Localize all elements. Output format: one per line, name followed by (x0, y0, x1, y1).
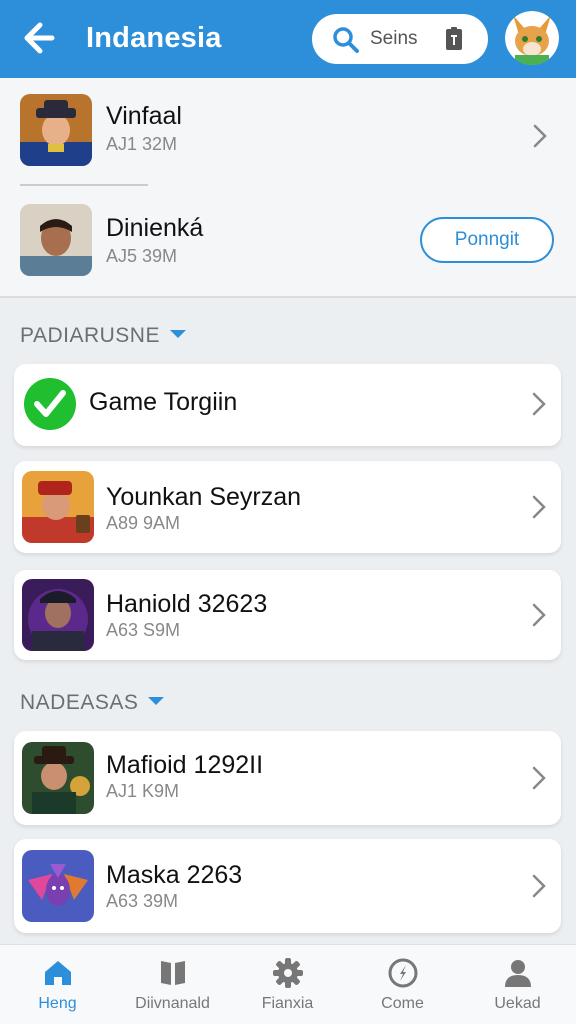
nav-label: Come (381, 995, 424, 1012)
list-card[interactable]: Younkan Seyrzan A89 9AM (14, 461, 561, 553)
chevron-right-icon (532, 874, 546, 898)
chevron-right-icon (532, 603, 546, 627)
dropdown-triangle-icon (169, 330, 186, 339)
section-header[interactable]: PADIARUSNE (20, 324, 186, 348)
nav-item-home[interactable]: Heng (0, 945, 115, 1024)
nav-label: Fianxia (261, 995, 314, 1012)
nav-label: Heng (38, 995, 77, 1012)
book-icon (161, 961, 185, 985)
nav-item-explore[interactable]: Come (345, 945, 460, 1024)
search-icon (333, 27, 359, 53)
item-name: Dinienká (106, 214, 204, 242)
green-check-icon (24, 378, 76, 430)
chevron-right-icon (532, 392, 546, 416)
divider (20, 184, 148, 186)
game-thumbnail (22, 742, 94, 814)
item-name: Vinfaal (106, 102, 182, 130)
clipboard-icon[interactable] (444, 26, 464, 52)
app-header: Indanesia Seins (0, 0, 576, 78)
game-thumbnail (22, 471, 94, 543)
section-header[interactable]: NADEASAS (20, 691, 165, 715)
list-card[interactable]: Maska 2263 A63 39M (14, 839, 561, 933)
nav-label: Diivnanald (135, 995, 210, 1012)
section-title: PADIARUSNE (20, 324, 160, 347)
game-thumbnail (20, 204, 92, 276)
back-arrow-icon[interactable] (22, 18, 58, 58)
person-icon (505, 960, 531, 987)
top-list: Vinfaal AJ1 32M Dinienká AJ5 39M Ponngit (0, 78, 576, 298)
item-subtitle: AJ1 K9M (106, 781, 180, 801)
list-card[interactable]: Mafioid 1292ΙΙ AJ1 K9M (14, 731, 561, 825)
chevron-right-icon (533, 124, 547, 148)
item-subtitle: A89 9AM (106, 513, 181, 533)
gear-icon (273, 958, 303, 988)
home-icon (45, 961, 71, 985)
nav-label: Uekad (494, 995, 541, 1012)
bottom-nav: Heng Diivnanald Fianxia Come Uekad (0, 944, 576, 1024)
list-card[interactable]: Game Torgiin (14, 364, 561, 446)
game-thumbnail (22, 579, 94, 651)
section-title: NADEASAS (20, 691, 139, 714)
search-text: Seins (370, 28, 418, 49)
game-thumbnail (20, 94, 92, 166)
item-name: Younkan Seyrzan (106, 483, 302, 511)
ponngit-button[interactable]: Ponngit (420, 217, 554, 263)
item-subtitle: A63 39M (106, 891, 179, 911)
nav-item-settings[interactable]: Fianxia (230, 945, 345, 1024)
chevron-right-icon (532, 766, 546, 790)
list-card[interactable]: Haniold 32623 A63 S9M (14, 570, 561, 660)
chevron-right-icon (532, 495, 546, 519)
game-thumbnail (22, 850, 94, 922)
item-name: Maska 2263 (106, 861, 243, 889)
item-subtitle: A63 S9M (106, 620, 181, 640)
compass-icon (388, 958, 418, 988)
item-name: Mafioid 1292ΙΙ (106, 751, 264, 779)
dropdown-triangle-icon (148, 697, 165, 706)
nav-item-profile[interactable]: Uekad (460, 945, 575, 1024)
item-subtitle: AJ1 32M (106, 134, 178, 154)
page-title: Indanesia (86, 22, 222, 54)
item-subtitle: AJ5 39M (106, 246, 178, 266)
item-name: Haniold 32623 (106, 590, 268, 618)
item-name: Game Torgiin (89, 388, 238, 416)
nav-item-library[interactable]: Diivnanald (115, 945, 230, 1024)
profile-avatar[interactable] (505, 11, 559, 65)
list-item[interactable]: Vinfaal AJ1 32M (0, 78, 576, 178)
search-box[interactable]: Seins (312, 14, 488, 64)
